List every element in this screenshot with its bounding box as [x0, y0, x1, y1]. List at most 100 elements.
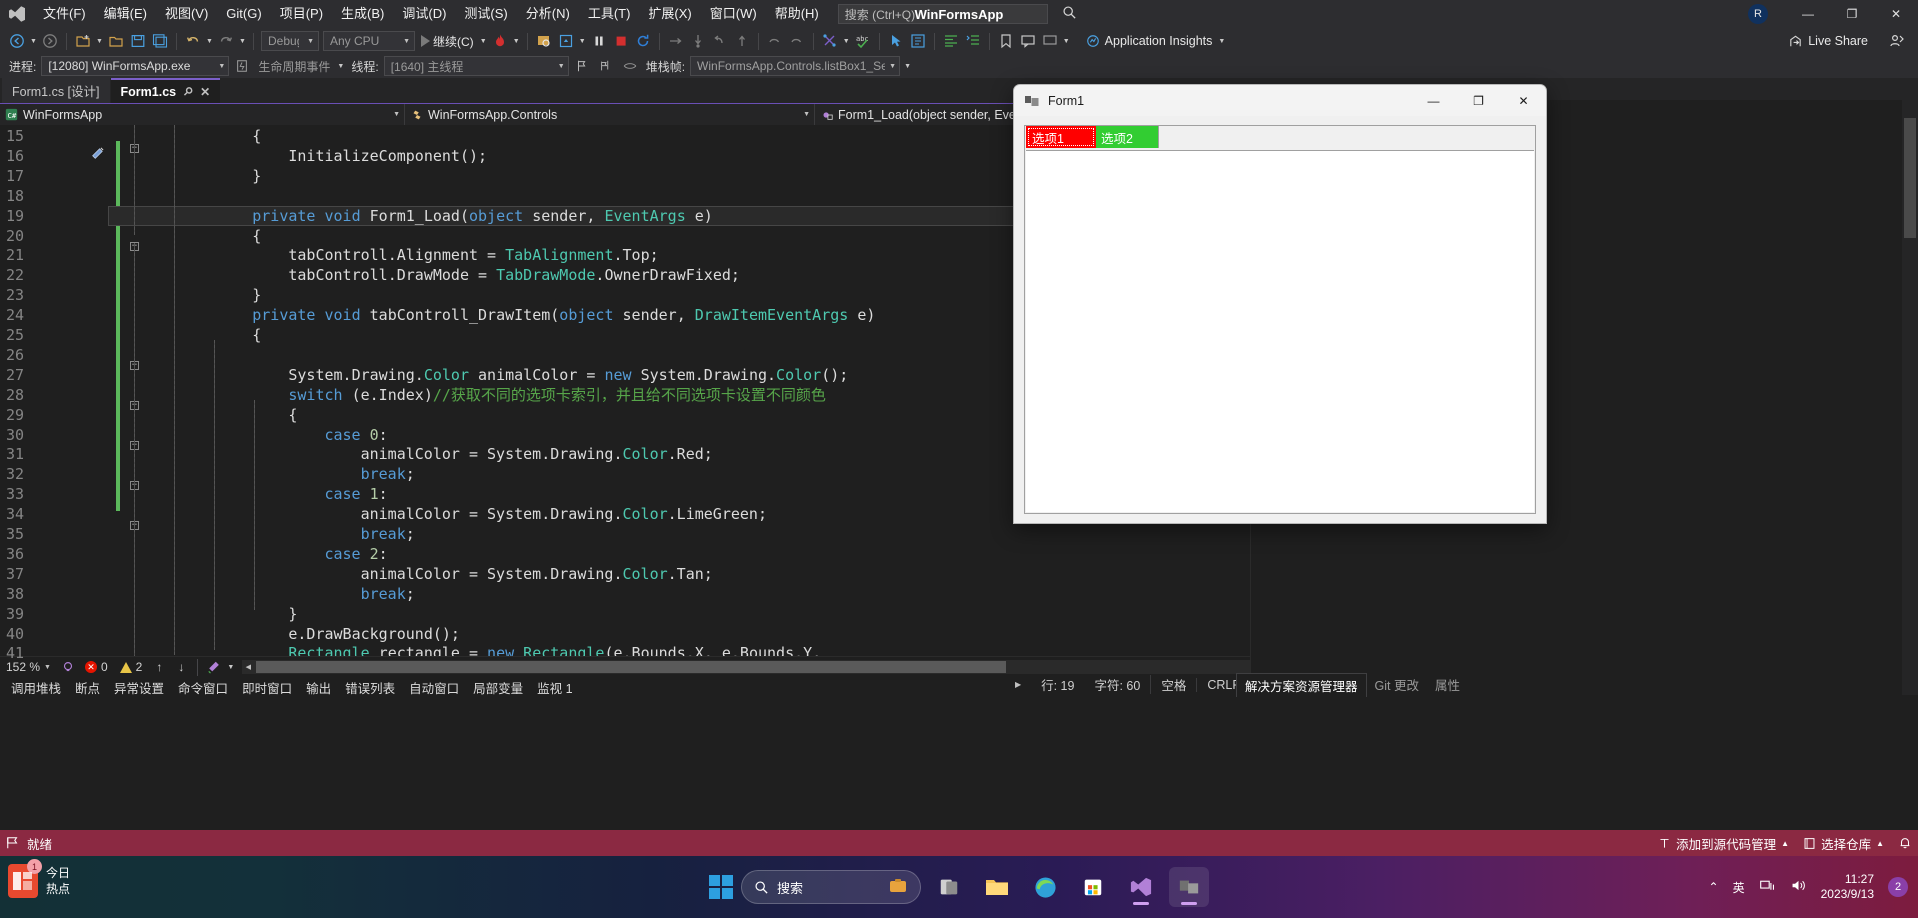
code-line[interactable]: }	[288, 605, 297, 625]
undo-dropdown-icon[interactable]: ▼	[204, 30, 215, 52]
spell-check-icon[interactable]: abc	[852, 30, 874, 52]
code-cleanup-icon[interactable]	[203, 656, 225, 678]
notification-badge[interactable]: 2	[1888, 877, 1908, 897]
menu-item-analyze[interactable]: 分析(N)	[517, 2, 579, 26]
save-all-icon[interactable]	[149, 30, 171, 52]
document-tab-code[interactable]: Form1.cs ⚲ ✕	[110, 78, 221, 103]
code-line[interactable]: {	[252, 227, 261, 247]
intellicode-icon[interactable]	[57, 656, 79, 678]
menu-item-extensions[interactable]: 扩展(X)	[639, 2, 700, 26]
code-line[interactable]: break;	[361, 525, 415, 545]
align-left-icon[interactable]	[940, 30, 962, 52]
navbar-project-combo[interactable]: C# WinFormsApp ▼	[0, 103, 405, 126]
menu-item-tools[interactable]: 工具(T)	[579, 2, 640, 26]
live-share-button[interactable]: Live Share	[1782, 30, 1874, 52]
code-line[interactable]: private void tabControll_DrawItem(object…	[252, 306, 875, 326]
panel-tab-locals[interactable]: 局部变量	[466, 676, 530, 699]
code-line[interactable]: tabControll.DrawMode = TabDrawMode.Owner…	[288, 266, 740, 286]
status-expander-icon[interactable]: ▶	[1005, 680, 1031, 689]
tab-control[interactable]: 选项1 选项2	[1024, 125, 1536, 514]
undo-nav-icon[interactable]	[764, 30, 786, 52]
code-map-dropdown-icon[interactable]: ▼	[841, 30, 852, 52]
close-button[interactable]: ✕	[1874, 0, 1918, 28]
solution-configuration-combo[interactable]: Debug ▼	[261, 31, 319, 51]
document-tab-designer[interactable]: Form1.cs [设计]	[2, 78, 110, 103]
account-avatar[interactable]: R	[1748, 4, 1768, 24]
close-tab-icon[interactable]: ✕	[200, 85, 210, 99]
code-line[interactable]: {	[252, 326, 261, 346]
search-icon[interactable]	[1062, 5, 1077, 23]
step-up-icon[interactable]	[731, 30, 753, 52]
taskbar-app-task-view[interactable]	[929, 867, 969, 907]
code-line[interactable]: InitializeComponent();	[288, 147, 487, 167]
form1-minimize-button[interactable]: —	[1411, 85, 1456, 116]
panel-tab-breakpoints[interactable]: 断点	[68, 676, 107, 699]
solution-explorer-scrollbar[interactable]	[1902, 100, 1918, 695]
continue-dropdown-icon[interactable]: ▼	[478, 30, 489, 52]
menu-item-debug[interactable]: 调试(D)	[393, 2, 455, 26]
taskbar-search-box[interactable]: 搜索	[741, 870, 921, 904]
code-line[interactable]: tabControll.Alignment = TabAlignment.Top…	[288, 246, 658, 266]
eye-icon[interactable]	[619, 55, 641, 77]
menu-item-edit[interactable]: 编辑(E)	[95, 2, 156, 26]
code-line[interactable]: animalColor = System.Drawing.Color.Tan;	[361, 565, 713, 585]
debug-toolbar-overflow-icon[interactable]: ▼	[902, 55, 913, 77]
panel-tab-error-list[interactable]: 错误列表	[338, 676, 402, 699]
uncomment-icon[interactable]	[1039, 30, 1061, 52]
indentation-mode[interactable]: 空格	[1150, 675, 1196, 694]
hot-reload-icon[interactable]	[489, 30, 511, 52]
navigate-forward-icon[interactable]	[39, 30, 61, 52]
code-line[interactable]: animalColor = System.Drawing.Color.Red;	[361, 445, 713, 465]
bookmark-icon[interactable]	[995, 30, 1017, 52]
code-line[interactable]: break;	[361, 585, 415, 605]
tab-header-option1[interactable]: 选项1	[1026, 126, 1096, 148]
network-icon[interactable]	[1759, 877, 1776, 897]
code-map-icon[interactable]	[819, 30, 841, 52]
copilot-icon[interactable]	[888, 876, 908, 899]
lifecycle-events-icon[interactable]	[231, 55, 253, 77]
pause-icon[interactable]	[588, 30, 610, 52]
hot-reload-dropdown-icon[interactable]: ▼	[511, 30, 522, 52]
panel-tab-output[interactable]: 输出	[299, 676, 338, 699]
form1-close-button[interactable]: ✕	[1501, 85, 1546, 116]
tray-expand-icon[interactable]: ⌃	[1709, 880, 1719, 894]
form1-title-bar[interactable]: Form1 — ❐ ✕	[1014, 85, 1546, 116]
volume-icon[interactable]	[1790, 877, 1807, 897]
code-line[interactable]: }	[252, 167, 261, 187]
code-line[interactable]: break;	[361, 465, 415, 485]
live-visual-tree-icon[interactable]	[907, 30, 929, 52]
solution-explorer-scroll-thumb[interactable]	[1904, 118, 1916, 238]
panel-tab-watch[interactable]: 监视 1	[530, 676, 579, 699]
panel-tab-immediate-window[interactable]: 即时窗口	[235, 676, 299, 699]
add-to-source-control-button[interactable]: 添加到源代码管理 ▲	[1658, 834, 1789, 853]
select-repository-button[interactable]: 选择仓库 ▲	[1803, 834, 1884, 853]
tab-header-option2[interactable]: 选项2	[1096, 126, 1159, 148]
feedback-icon[interactable]	[1884, 30, 1910, 52]
taskbar-clock[interactable]: 11:27 2023/9/13	[1821, 872, 1874, 902]
menu-item-build[interactable]: 生成(B)	[332, 2, 393, 26]
redo-dropdown-icon[interactable]: ▼	[237, 30, 248, 52]
taskbar-app-edge[interactable]	[1025, 867, 1065, 907]
insights-dropdown-icon[interactable]: ▼	[1216, 30, 1227, 52]
restart-icon[interactable]	[632, 30, 654, 52]
maximize-button[interactable]: ❐	[1830, 0, 1874, 28]
comment-icon[interactable]	[1017, 30, 1039, 52]
form1-maximize-button[interactable]: ❐	[1456, 85, 1501, 116]
stop-debugging-icon[interactable]	[610, 30, 632, 52]
tool-tab-git-changes[interactable]: Git 更改	[1367, 673, 1427, 696]
menu-item-file[interactable]: 文件(F)	[34, 2, 95, 26]
panel-tab-command-window[interactable]: 命令窗口	[171, 676, 235, 699]
start-button-icon[interactable]	[709, 875, 733, 899]
menu-item-git[interactable]: Git(G)	[217, 2, 270, 26]
step-into-icon[interactable]	[687, 30, 709, 52]
navigate-backward-dropdown-icon[interactable]: ▼	[28, 30, 39, 52]
tool-tab-properties[interactable]: 属性	[1427, 673, 1468, 696]
panel-tab-call-stack[interactable]: 调用堆栈	[4, 676, 68, 699]
flag-all-icon[interactable]	[595, 55, 617, 77]
navigate-backward-icon[interactable]	[6, 30, 28, 52]
navbar-type-combo[interactable]: WinFormsApp.Controls ▼	[405, 103, 815, 126]
editor-gutter[interactable]: 15 16 17 18 19 20 21 22 23 24 25 26 27 28 29 30 31 32 33 34…	[0, 125, 108, 662]
application-insights-button[interactable]: Application Insights	[1082, 30, 1217, 52]
panel-tab-exception-settings[interactable]: 异常设置	[107, 676, 171, 699]
menu-item-test[interactable]: 测试(S)	[455, 2, 516, 26]
